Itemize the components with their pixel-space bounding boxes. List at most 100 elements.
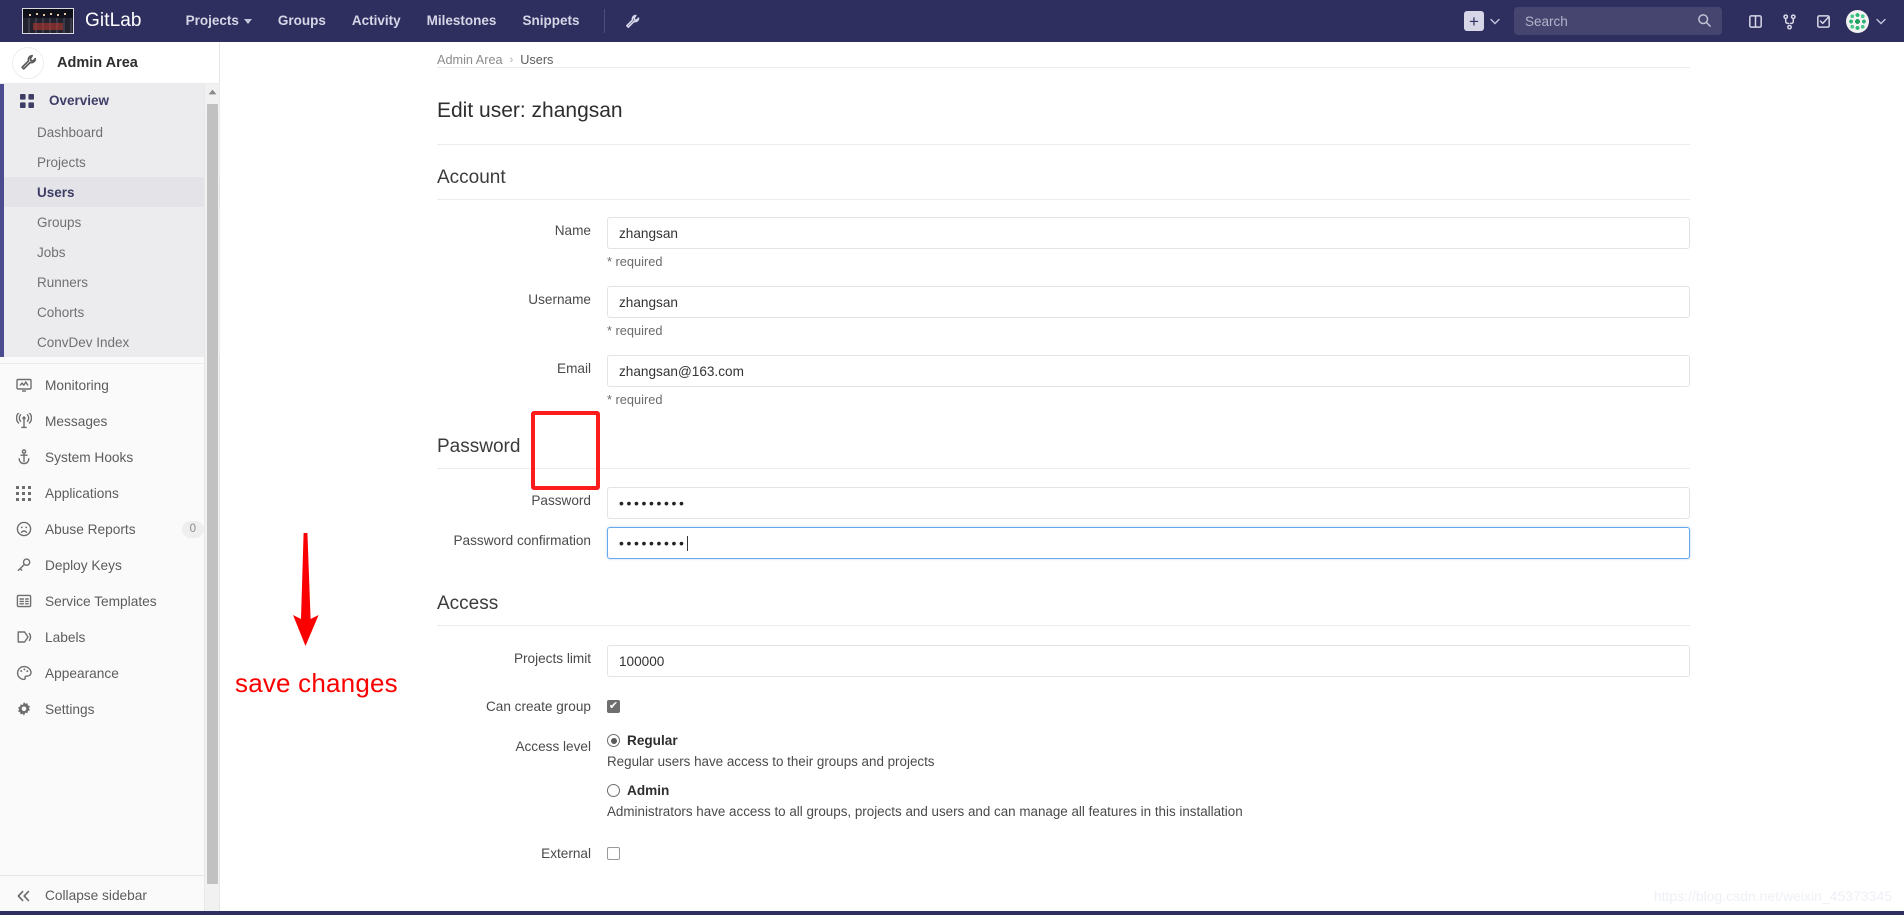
email-required-help: * required: [607, 392, 663, 407]
sidebar-item-settings[interactable]: Settings: [0, 691, 220, 727]
sidebar-item-overview[interactable]: Overview: [4, 84, 220, 117]
nav-link-projects[interactable]: Projects: [173, 0, 265, 42]
sidebar-item-cohorts-label: Cohorts: [37, 304, 85, 320]
scroll-up-arrow-icon[interactable]: [205, 84, 219, 100]
sidebar-item-labels[interactable]: Labels: [0, 619, 220, 655]
gitlab-brand[interactable]: GitLab: [85, 10, 142, 32]
sidebar-item-cohorts[interactable]: Cohorts: [4, 297, 220, 327]
abuse-reports-badge: 0: [181, 520, 204, 538]
todos-icon[interactable]: [1806, 0, 1840, 42]
search-placeholder: Search: [1525, 13, 1568, 29]
sidebar-item-groups-label: Groups: [37, 214, 82, 230]
breadcrumb-divider: [437, 67, 1690, 79]
nav-divider: [604, 9, 606, 33]
password-confirmation-masked-value: •••••••••: [619, 535, 687, 551]
sidebar-item-service-templates[interactable]: Service Templates: [0, 583, 220, 619]
hook-icon: [16, 449, 35, 465]
sidebar-item-projects[interactable]: Projects: [4, 147, 220, 177]
user-menu[interactable]: [1846, 9, 1886, 33]
sidebar-item-overview-label: Overview: [49, 93, 110, 108]
sidebar-item-jobs[interactable]: Jobs: [4, 237, 220, 267]
team-photo-logo[interactable]: [22, 8, 74, 34]
label-username: Username: [528, 292, 591, 307]
field-row-projects-limit: Projects limit: [437, 645, 1690, 677]
sidebar-item-runners[interactable]: Runners: [4, 267, 220, 297]
double-chevron-left-icon: [16, 890, 35, 902]
sidebar-item-convdev-index[interactable]: ConvDev Index: [4, 327, 220, 357]
radio-regular[interactable]: [607, 734, 620, 747]
sidebar-item-messages[interactable]: Messages: [0, 403, 220, 439]
field-row-username: Username * required: [437, 286, 1690, 338]
merge-requests-icon[interactable]: [1772, 0, 1806, 42]
edit-user-form-container: Admin Area › Users Edit user: zhangsan A…: [437, 42, 1690, 861]
sidebar-item-appearance[interactable]: Appearance: [0, 655, 220, 691]
username-input[interactable]: [607, 286, 1690, 318]
sidebar-item-applications-label: Applications: [45, 485, 119, 501]
nav-link-groups[interactable]: Groups: [265, 0, 339, 42]
password-input[interactable]: •••••••••: [607, 487, 1690, 519]
collapse-sidebar-label: Collapse sidebar: [45, 888, 147, 903]
breadcrumb: Admin Area › Users: [437, 42, 1690, 67]
monitor-icon: [16, 377, 35, 393]
issues-icon[interactable]: [1738, 0, 1772, 42]
top-navigation-bar: GitLab Projects Groups Activity Mileston…: [0, 0, 1904, 42]
can-create-group-checkbox[interactable]: ✔: [607, 700, 620, 713]
radio-regular-description: Regular users have access to their group…: [607, 754, 935, 769]
user-avatar: [1846, 9, 1869, 33]
wrench-icon[interactable]: [617, 14, 648, 29]
sidebar-item-labels-label: Labels: [45, 629, 86, 645]
sidebar-item-dashboard[interactable]: Dashboard: [4, 117, 220, 147]
sidebar-scroll-area: Overview Dashboard Projects Users Groups…: [0, 84, 220, 874]
email-input[interactable]: [607, 355, 1690, 387]
new-item-chevron-down-icon[interactable]: [1490, 18, 1500, 25]
apps-grid-icon: [16, 485, 35, 501]
sidebar-item-settings-label: Settings: [45, 701, 95, 717]
breadcrumb-admin-area[interactable]: Admin Area: [437, 53, 503, 67]
radio-admin-label: Admin: [627, 783, 670, 798]
field-row-can-create-group: Can create group ✔: [437, 693, 1690, 714]
sidebar-item-service-templates-label: Service Templates: [45, 593, 157, 609]
nav-link-projects-label: Projects: [185, 13, 239, 28]
password-masked-value: •••••••••: [619, 495, 687, 511]
sidebar-item-system-hooks[interactable]: System Hooks: [0, 439, 220, 475]
check-icon: ✔: [608, 700, 619, 712]
breadcrumb-users[interactable]: Users: [520, 53, 553, 67]
label-access-level: Access level: [515, 739, 591, 754]
name-input[interactable]: [607, 217, 1690, 249]
sidebar-item-deploy-keys[interactable]: Deploy Keys: [0, 547, 220, 583]
nav-link-activity[interactable]: Activity: [339, 0, 414, 42]
label-projects-limit: Projects limit: [513, 651, 591, 666]
sidebar-item-jobs-label: Jobs: [37, 244, 66, 260]
password-confirmation-input[interactable]: •••••••••: [607, 527, 1690, 559]
projects-limit-input[interactable]: [607, 645, 1690, 677]
search-input[interactable]: Search: [1514, 7, 1722, 35]
sidebar-scrollbar[interactable]: [204, 84, 219, 915]
sidebar-title: Admin Area: [57, 54, 138, 71]
sidebar-scrollbar-thumb[interactable]: [207, 104, 218, 884]
radio-selected-dot: [610, 737, 617, 744]
collapse-sidebar-button[interactable]: Collapse sidebar: [0, 875, 219, 915]
external-checkbox[interactable]: [607, 847, 620, 860]
sidebar-item-monitoring[interactable]: Monitoring: [0, 367, 220, 403]
access-level-option-admin[interactable]: Admin: [607, 783, 1690, 798]
sidebar-item-users[interactable]: Users: [4, 177, 220, 207]
nav-right-group: + Search: [1464, 0, 1904, 42]
template-icon: [16, 593, 35, 609]
radio-admin[interactable]: [607, 784, 620, 797]
grid-icon: [20, 93, 39, 108]
broadcast-icon: [16, 413, 35, 429]
sidebar-item-system-hooks-label: System Hooks: [45, 449, 134, 465]
label-tag-icon: [16, 629, 35, 645]
field-row-access-level: Access level Regular Regular users have …: [437, 733, 1690, 819]
nav-link-milestones[interactable]: Milestones: [414, 0, 510, 42]
sidebar-header[interactable]: Admin Area: [0, 42, 219, 84]
radio-admin-description: Administrators have access to all groups…: [607, 804, 1243, 819]
sidebar-item-applications[interactable]: Applications: [0, 475, 220, 511]
field-row-name: Name * required: [437, 217, 1690, 269]
sidebar-item-abuse-reports[interactable]: Abuse Reports 0: [0, 511, 220, 547]
new-item-button[interactable]: +: [1464, 11, 1484, 31]
sidebar-item-groups[interactable]: Groups: [4, 207, 220, 237]
access-level-option-regular[interactable]: Regular: [607, 733, 1690, 748]
nav-link-snippets[interactable]: Snippets: [509, 0, 592, 42]
key-icon: [16, 557, 35, 573]
